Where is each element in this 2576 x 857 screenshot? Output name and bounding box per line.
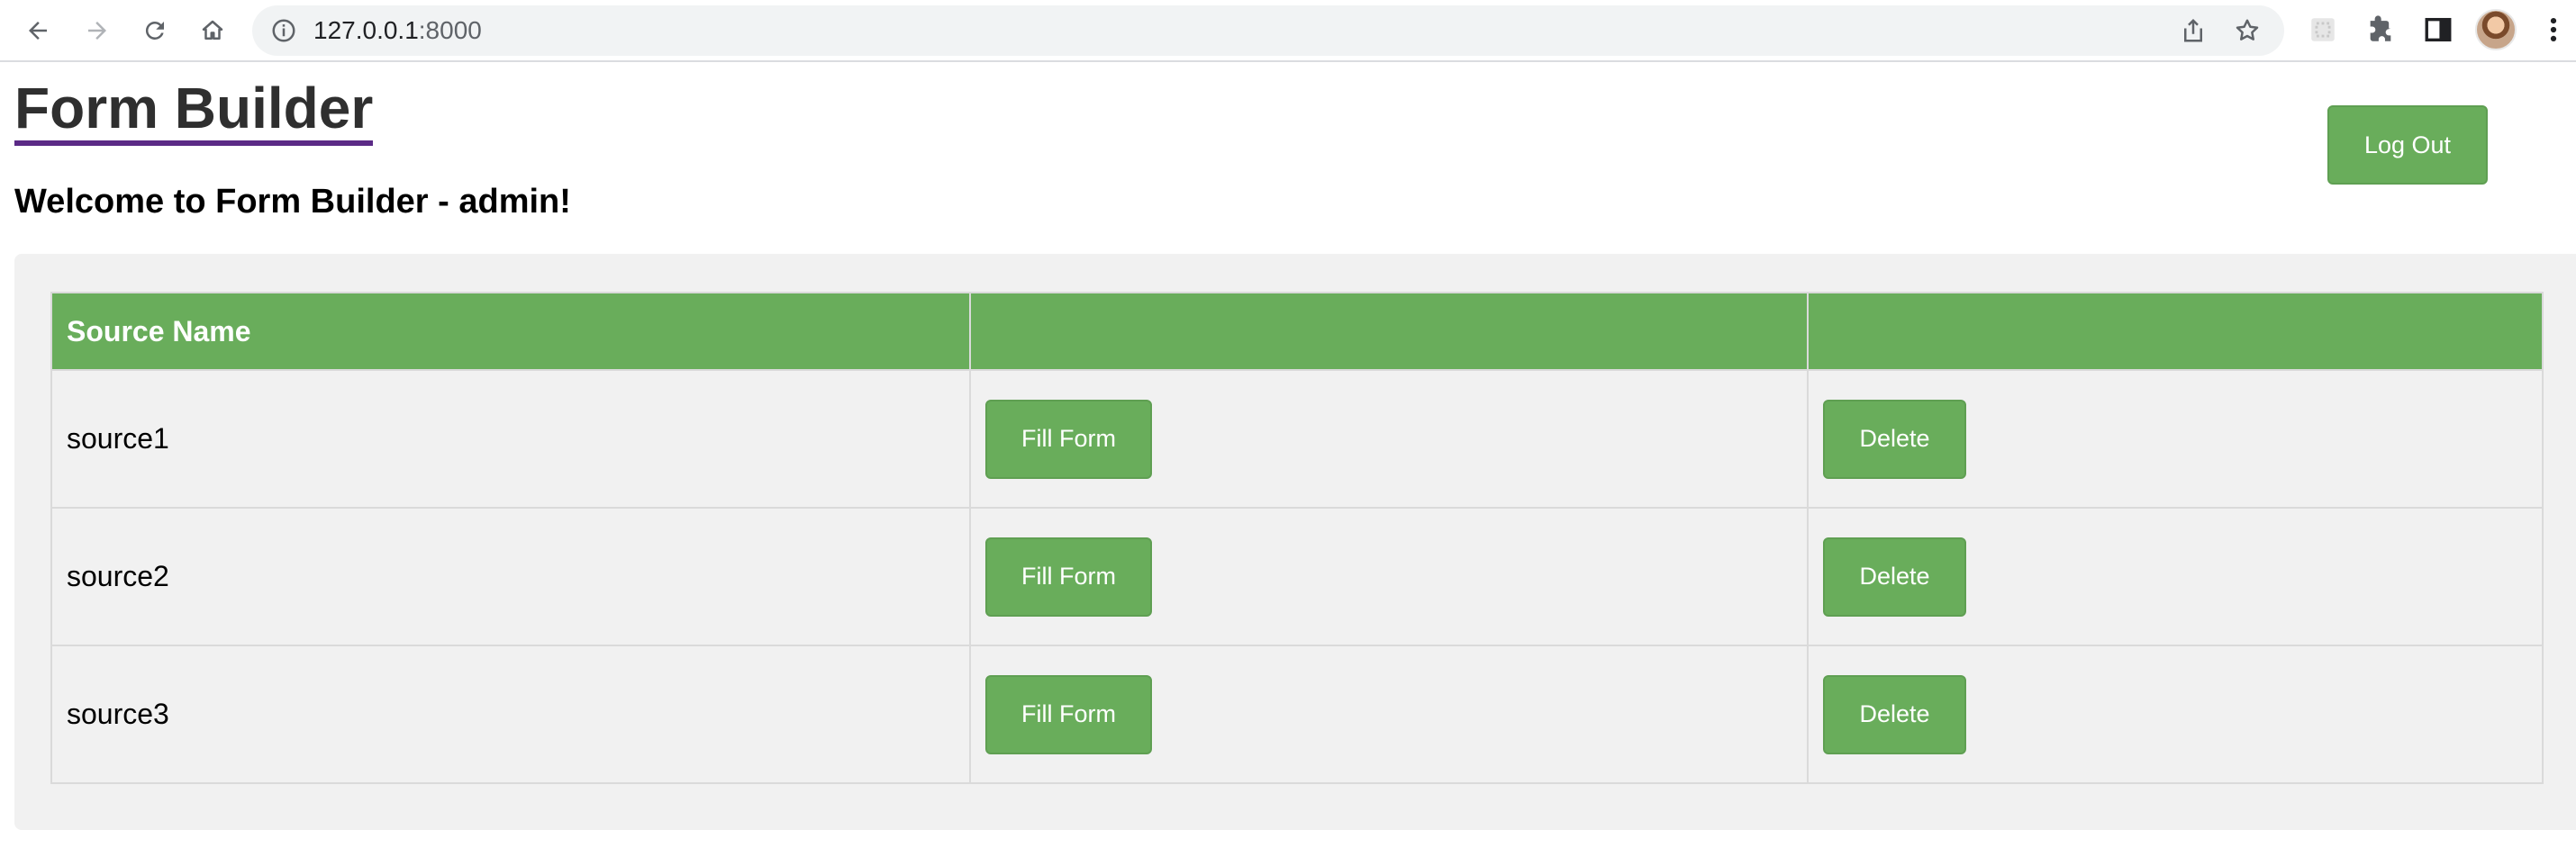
delete-cell: Delete [1807, 507, 2544, 646]
column-header-source-name: Source Name [50, 292, 971, 371]
column-header-fill [969, 292, 1809, 371]
puzzle-icon[interactable] [2365, 14, 2396, 45]
sources-table: Source Name source1 Fill Form Delete sou… [50, 292, 2544, 784]
table-row: source2 Fill Form Delete [50, 507, 2544, 646]
source-name-cell: source3 [50, 645, 971, 784]
delete-button[interactable]: Delete [1823, 674, 1966, 754]
extension-icon[interactable] [2308, 14, 2338, 45]
source-name-cell: source1 [50, 369, 971, 509]
forward-icon[interactable] [77, 11, 117, 50]
fill-cell: Fill Form [969, 507, 1809, 646]
page-title-link[interactable]: Form Builder [14, 76, 374, 146]
url-text[interactable]: 127.0.0.1:8000 [313, 17, 482, 44]
fill-form-button[interactable]: Fill Form [985, 537, 1152, 617]
side-panel-icon[interactable] [2423, 14, 2454, 45]
delete-button[interactable]: Delete [1823, 537, 1966, 617]
table-header-row: Source Name [50, 292, 2544, 371]
home-icon[interactable] [193, 11, 232, 50]
url-host: 127.0.0.1 [313, 16, 419, 44]
url-port: :8000 [418, 16, 482, 44]
back-icon[interactable] [18, 11, 58, 50]
share-icon[interactable] [2180, 17, 2207, 44]
address-bar[interactable]: 127.0.0.1:8000 [252, 5, 2284, 56]
profile-avatar[interactable] [2475, 9, 2517, 50]
page-title: Form Builder [14, 74, 374, 146]
table-row: source3 Fill Form Delete [50, 645, 2544, 784]
reload-icon[interactable] [135, 11, 175, 50]
fill-form-button[interactable]: Fill Form [985, 674, 1152, 754]
source-name-cell: source2 [50, 507, 971, 646]
delete-cell: Delete [1807, 369, 2544, 509]
fill-cell: Fill Form [969, 645, 1809, 784]
delete-button[interactable]: Delete [1823, 399, 1966, 479]
fill-cell: Fill Form [969, 369, 1809, 509]
menu-dots-icon[interactable] [2540, 14, 2567, 45]
column-header-delete [1807, 292, 2544, 371]
table-row: source1 Fill Form Delete [50, 369, 2544, 509]
site-info-icon[interactable] [270, 17, 297, 44]
delete-cell: Delete [1807, 645, 2544, 784]
fill-form-button[interactable]: Fill Form [985, 399, 1152, 479]
welcome-heading: Welcome to Form Builder - admin! [14, 183, 571, 221]
browser-toolbar: 127.0.0.1:8000 [0, 0, 2576, 62]
logout-button[interactable]: Log Out [2327, 105, 2488, 185]
bookmark-star-icon[interactable] [2234, 17, 2261, 44]
